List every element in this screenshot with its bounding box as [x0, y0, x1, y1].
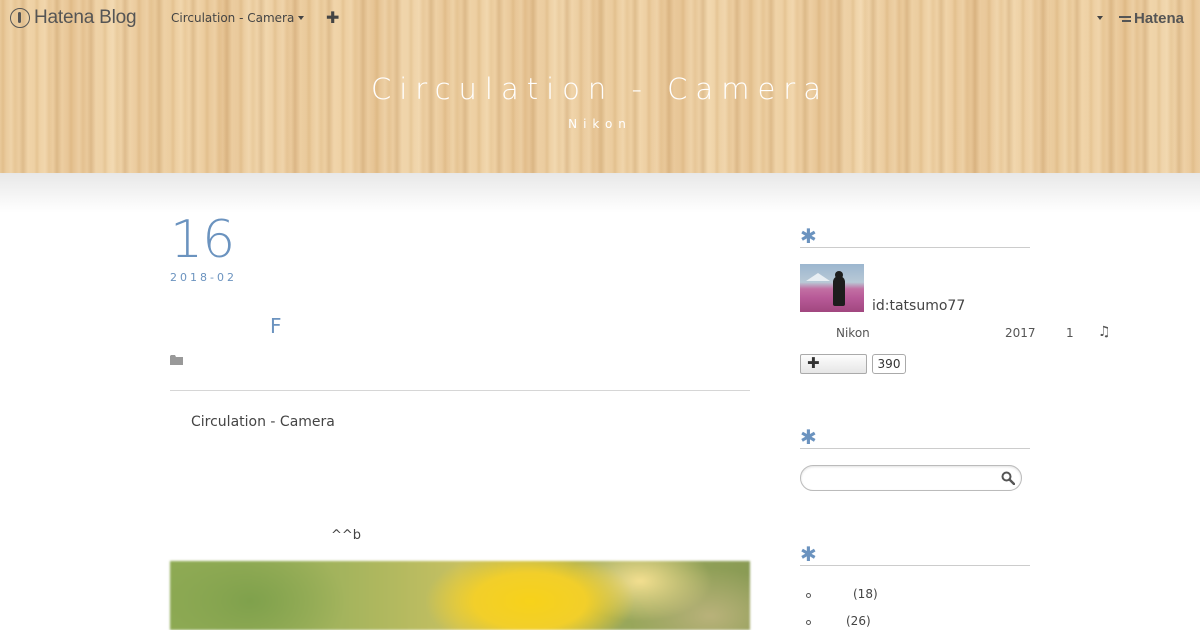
category-item[interactable]: (18) [853, 587, 878, 601]
hatena-blog-brand[interactable]: Hatena Blog [10, 7, 137, 29]
search-icon[interactable] [1001, 471, 1015, 485]
blog-description: Nikon [568, 117, 632, 131]
hatena-logo-icon [1119, 14, 1131, 24]
entry-title[interactable]: F [270, 314, 282, 338]
follower-count[interactable]: 390 [872, 354, 906, 374]
entry-date-day[interactable]: 16 [170, 210, 235, 270]
avatar[interactable] [800, 264, 864, 312]
asterisk-icon: ✱ [800, 425, 817, 449]
global-toolbar: Hatena Blog Circulation - Camera ✚ Haten… [0, 0, 1200, 36]
blog-menu-label: Circulation - Camera [171, 11, 295, 25]
entry-body-text-2: ^^b [331, 528, 362, 543]
category-item[interactable]: (26) [846, 614, 871, 628]
follow-button[interactable]: ✚ [800, 354, 867, 374]
entry-photo[interactable] [170, 561, 750, 630]
profile-module-heading: ✱ [800, 224, 1030, 248]
add-entry-button[interactable]: ✚ [326, 8, 339, 27]
entry-date-year-month[interactable]: 2018-02 [170, 271, 237, 284]
plus-icon: ✚ [807, 354, 820, 372]
list-bullet [806, 593, 811, 598]
search-input[interactable] [800, 465, 1022, 491]
chevron-down-icon [298, 16, 305, 20]
brand-text: Hatena Blog [34, 7, 137, 28]
profile-count: 1 [1066, 326, 1074, 340]
avatar-mountain [806, 273, 830, 281]
folder-icon [170, 355, 183, 365]
categories-module-heading: ✱ [800, 542, 1030, 566]
blog-menu-dropdown[interactable]: Circulation - Camera [171, 11, 305, 25]
list-bullet [806, 620, 811, 625]
header-shadow [0, 173, 1200, 213]
blog-header: Hatena Blog Circulation - Camera ✚ Haten… [0, 0, 1200, 173]
asterisk-icon: ✱ [800, 224, 817, 248]
asterisk-icon: ✱ [800, 542, 817, 566]
entry-body-text: Circulation - Camera [191, 414, 335, 430]
hatena-logo-text: Hatena [1134, 10, 1185, 27]
search-module-heading: ✱ [800, 425, 1030, 449]
avatar-person [833, 271, 845, 306]
hatena-blog-logo-icon [10, 8, 30, 28]
profile-camera: Nikon [836, 326, 870, 340]
profile-id-link[interactable]: id:tatsumo77 [872, 298, 965, 314]
entry-divider [170, 390, 750, 391]
music-note-icon: ♫ [1098, 324, 1111, 340]
user-menu-caret-icon[interactable] [1097, 16, 1103, 20]
profile-year: 2017 [1005, 326, 1036, 340]
hatena-logo-link[interactable]: Hatena [1119, 10, 1184, 27]
blog-title[interactable]: Circulation - Camera [0, 72, 1200, 106]
